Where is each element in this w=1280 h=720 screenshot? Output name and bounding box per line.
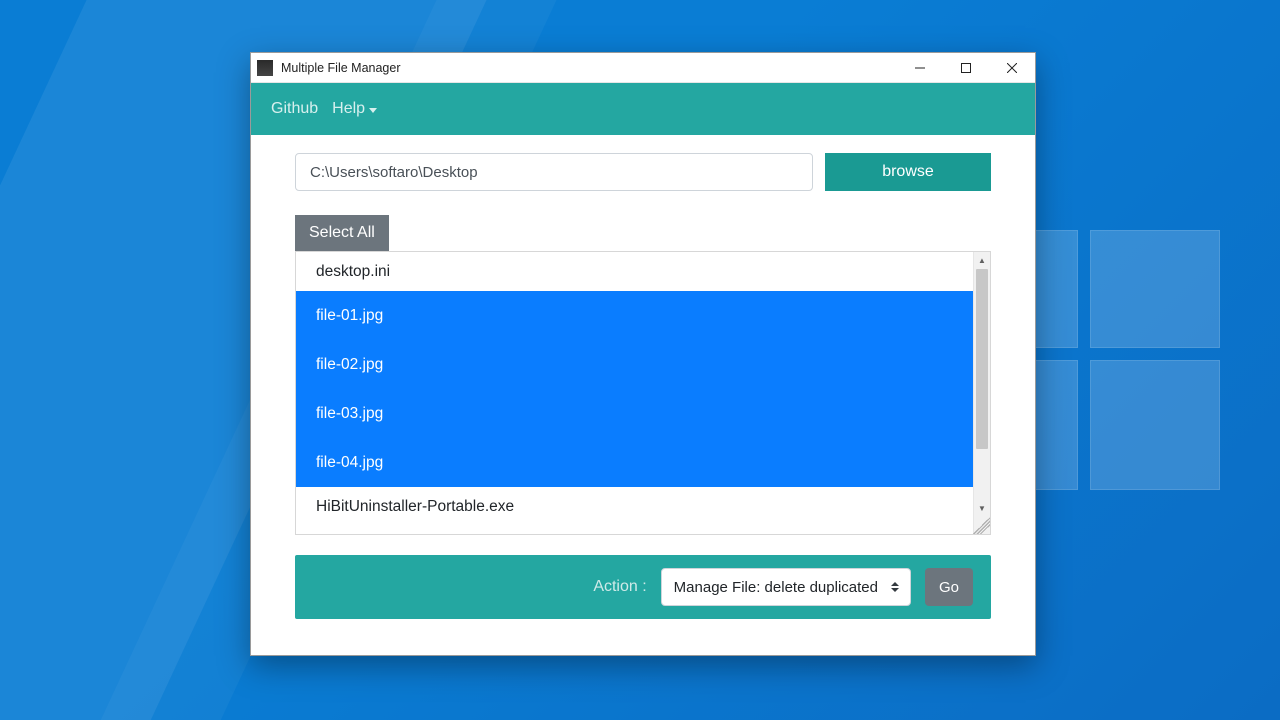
minimize-button[interactable] (897, 53, 943, 82)
path-row: browse (295, 153, 991, 191)
file-name: file-01.jpg (316, 307, 383, 325)
resize-grip-icon[interactable] (973, 517, 990, 534)
file-name: file-04.jpg (316, 454, 383, 472)
content-area: browse Select All desktop.ini file-01.jpg… (251, 135, 1035, 655)
menu-label: Github (271, 100, 318, 118)
scrollbar[interactable]: ▲ ▼ (973, 252, 990, 534)
scroll-thumb[interactable] (976, 269, 988, 449)
file-list-viewport[interactable]: desktop.ini file-01.jpg file-02.jpg file-03… (296, 252, 973, 534)
scroll-down-icon[interactable]: ▼ (974, 500, 990, 517)
file-item[interactable]: file-02.jpg (296, 340, 973, 389)
action-label: Action : (593, 578, 646, 596)
menu-label: Help (332, 100, 365, 118)
app-window: Multiple File Manager Github Help browse (250, 52, 1036, 656)
scroll-up-icon[interactable]: ▲ (974, 252, 990, 269)
file-item[interactable]: desktop.ini (296, 252, 973, 291)
select-all-button[interactable]: Select All (295, 215, 389, 251)
path-input[interactable] (295, 153, 813, 191)
browse-button[interactable]: browse (825, 153, 991, 191)
file-item[interactable]: file-01.jpg (296, 291, 973, 340)
file-name: desktop.ini (316, 263, 390, 281)
menu-github[interactable]: Github (271, 100, 318, 118)
menu-help[interactable]: Help (332, 100, 377, 118)
action-select-value: Manage File: delete duplicated (674, 579, 878, 596)
file-name: file-03.jpg (316, 405, 383, 423)
file-name: HiBitUninstaller-Portable.exe (316, 498, 514, 516)
file-list: desktop.ini file-01.jpg file-02.jpg file-03… (295, 251, 991, 535)
file-item[interactable]: HiBitUninstaller-Portable.exe (296, 487, 973, 526)
window-title: Multiple File Manager (281, 61, 897, 75)
chevron-down-icon (369, 108, 377, 113)
action-bar: Action : Manage File: delete duplicated … (295, 555, 991, 619)
select-updown-icon (890, 582, 900, 592)
action-select[interactable]: Manage File: delete duplicated (661, 568, 911, 606)
file-item[interactable]: file-04.jpg (296, 438, 973, 487)
file-item[interactable]: file-03.jpg (296, 389, 973, 438)
titlebar[interactable]: Multiple File Manager (251, 53, 1035, 83)
file-name: file-02.jpg (316, 356, 383, 374)
maximize-button[interactable] (943, 53, 989, 82)
close-button[interactable] (989, 53, 1035, 82)
menubar: Github Help (251, 83, 1035, 135)
go-button[interactable]: Go (925, 568, 973, 606)
window-controls (897, 53, 1035, 82)
app-icon (257, 60, 273, 76)
